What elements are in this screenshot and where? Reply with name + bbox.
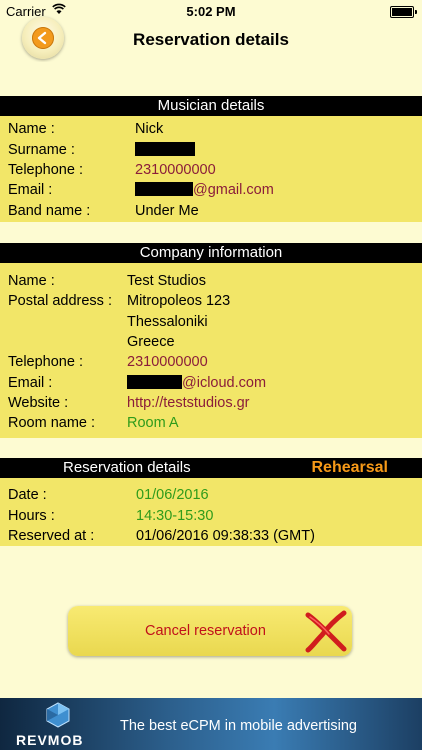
status-time: 5:02 PM bbox=[186, 4, 236, 19]
surname-redacted bbox=[135, 142, 195, 158]
email-label: Email : bbox=[8, 182, 53, 198]
musician-email[interactable]: @gmail.com bbox=[135, 182, 274, 198]
reserved-at-label: Reserved at : bbox=[8, 528, 95, 544]
reservation-date: 01/06/2016 bbox=[136, 487, 209, 503]
reservation-header-title: Reservation details bbox=[63, 459, 191, 476]
cancel-reservation-label: Cancel reservation bbox=[145, 623, 266, 639]
company-telephone[interactable]: 2310000000 bbox=[127, 354, 208, 370]
ad-slogan: The best eCPM in mobile advertising bbox=[120, 718, 357, 734]
battery-icon bbox=[390, 6, 417, 18]
ad-brand: REVMOB bbox=[16, 732, 84, 748]
red-x-icon bbox=[302, 609, 350, 658]
ad-banner[interactable]: REVMOB The best eCPM in mobile advertisi… bbox=[0, 698, 422, 750]
band-name: Under Me bbox=[135, 203, 199, 219]
top-spacer bbox=[0, 62, 422, 96]
hours-label: Hours : bbox=[8, 508, 55, 524]
address-line-1: Mitropoleos 123 bbox=[127, 293, 231, 309]
postal-address-label: Postal address : bbox=[8, 293, 112, 309]
reserved-at-value: 01/06/2016 09:38:33 (GMT) bbox=[136, 528, 315, 544]
musician-name: Nick bbox=[135, 121, 164, 137]
page-title: Reservation details bbox=[133, 30, 289, 49]
company-email[interactable]: @icloud.com bbox=[127, 375, 266, 391]
musician-section: Name : Nick Surname : Telephone : 231000… bbox=[0, 116, 422, 222]
status-bar: Carrier 5:02 PM bbox=[0, 0, 422, 22]
musician-section-header: Musician details bbox=[0, 96, 422, 116]
company-telephone-label: Telephone : bbox=[8, 354, 83, 370]
room-name: Room A bbox=[127, 415, 179, 431]
name-label: Name : bbox=[8, 121, 55, 137]
telephone-label: Telephone : bbox=[8, 162, 83, 178]
company-email-domain: @icloud.com bbox=[182, 375, 267, 391]
address-line-2: Thessaloniki bbox=[127, 314, 208, 330]
reservation-section-header: Reservation details Rehearsal bbox=[0, 458, 422, 478]
revmob-logo-icon bbox=[46, 702, 70, 733]
reservation-hours: 14:30-15:30 bbox=[136, 508, 214, 524]
company-website-link[interactable]: http://teststudios.gr bbox=[127, 395, 250, 411]
address-line-3: Greece bbox=[127, 334, 175, 350]
cancel-reservation-button[interactable]: Cancel reservation bbox=[68, 606, 352, 656]
reservation-type-badge: Rehearsal bbox=[311, 459, 389, 476]
date-label: Date : bbox=[8, 487, 47, 503]
room-name-label: Room name : bbox=[8, 415, 96, 431]
company-name: Test Studios bbox=[127, 273, 206, 289]
company-section: Name : Test Studios Postal address : Mit… bbox=[0, 263, 422, 438]
band-label: Band name : bbox=[8, 203, 91, 219]
company-email-label: Email : bbox=[8, 375, 53, 391]
musician-email-domain: @gmail.com bbox=[193, 182, 274, 198]
musician-telephone[interactable]: 2310000000 bbox=[135, 162, 216, 178]
company-section-header: Company information bbox=[0, 243, 422, 263]
company-name-label: Name : bbox=[8, 273, 55, 289]
reservation-section: Date : 01/06/2016 Hours : 14:30-15:30 Re… bbox=[0, 478, 422, 546]
surname-label: Surname : bbox=[8, 142, 75, 158]
website-label: Website : bbox=[8, 395, 69, 411]
nav-bar: Reservation details bbox=[0, 17, 422, 62]
